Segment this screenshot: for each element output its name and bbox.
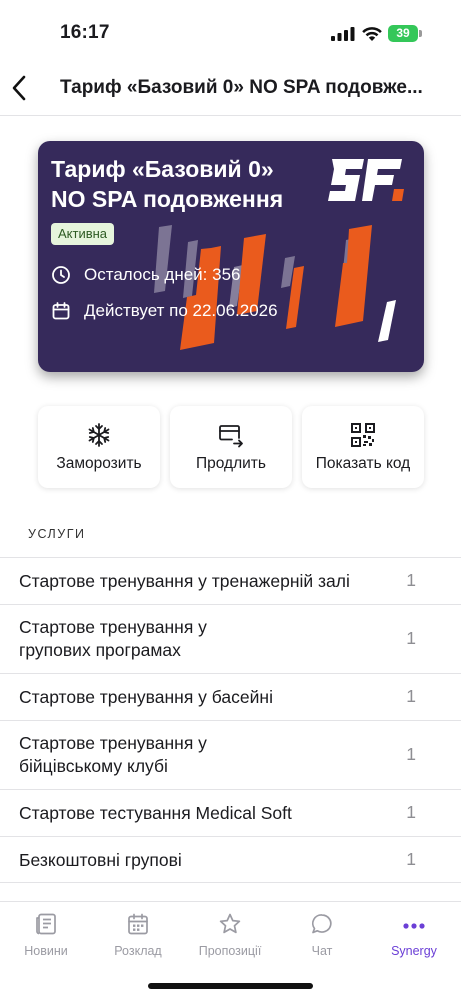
tab-news[interactable]: Новини <box>0 910 92 966</box>
service-name: Стартове тренування у бійцівському клубі <box>19 732 394 778</box>
tab-chat-label: Чат <box>311 944 333 958</box>
card-renew-icon <box>219 425 243 448</box>
service-item[interactable]: Стартове тренування у групових програмах… <box>0 604 461 673</box>
news-icon <box>36 913 56 935</box>
membership-card[interactable]: Тариф «Базовий 0» NO SPA подовження Акти… <box>38 141 424 372</box>
action-buttons: Заморозить Продлить Показать код <box>38 406 424 488</box>
service-name-line1: Стартове тренування у <box>19 617 207 637</box>
qr-code-icon <box>351 423 375 447</box>
tab-news-label: Новини <box>24 944 68 958</box>
service-name-line1: Стартове тренування у <box>19 733 207 753</box>
nav-header: Тариф «Базовий 0» NO SPA подовже... <box>0 62 461 116</box>
valid-until-text: Действует по 22.06.2026 <box>84 301 278 320</box>
tab-synergy[interactable]: Synergy <box>368 910 460 966</box>
service-name: Стартове тестування Medical Soft <box>19 803 292 823</box>
renew-label: Продлить <box>196 455 266 472</box>
battery-level: 39 <box>388 25 418 42</box>
renew-button[interactable]: Продлить <box>170 406 292 488</box>
days-left-text: Осталось дней: 356 <box>84 265 241 284</box>
card-title-line1: Тариф «Базовий 0» <box>51 156 274 182</box>
services-header: УСЛУГИ <box>28 527 86 541</box>
card-title: Тариф «Базовий 0» NO SPA подовження <box>51 154 331 214</box>
service-count: 1 <box>406 744 416 764</box>
service-item[interactable]: Стартове тестування Medical Soft 1 <box>0 789 461 836</box>
service-item[interactable]: Безкоштовні групові 1 <box>0 836 461 883</box>
show-code-label: Показать код <box>315 455 411 472</box>
service-name: Стартове тренування у басейні <box>19 687 273 707</box>
tab-schedule-label: Розклад <box>114 944 162 958</box>
snowflake-icon <box>88 423 110 447</box>
services-list: Стартове тренування у тренажерній залі 1… <box>0 557 461 883</box>
calendar-icon <box>128 913 148 935</box>
battery-icon: 39 <box>388 25 422 42</box>
service-item[interactable]: Стартове тренування у бійцівському клубі… <box>0 720 461 789</box>
page-title: Тариф «Базовий 0» NO SPA подовже... <box>60 77 423 98</box>
tab-chat[interactable]: Чат <box>276 910 368 966</box>
service-count: 1 <box>406 570 416 590</box>
status-bar: 16:17 39 <box>0 0 461 60</box>
tab-offers-label: Пропозиції <box>198 944 262 958</box>
clock-icon <box>52 266 70 284</box>
home-indicator <box>148 983 313 989</box>
service-name-line2: групових програмах <box>19 640 181 660</box>
tab-synergy-label: Synergy <box>391 944 437 958</box>
service-name-line2: бійцівському клубі <box>19 756 168 776</box>
service-count: 1 <box>406 628 416 648</box>
valid-until-row: Действует по 22.06.2026 <box>51 300 278 322</box>
service-item[interactable]: Стартове тренування у тренажерній залі 1 <box>0 557 461 604</box>
service-count: 1 <box>406 802 416 822</box>
calendar-icon <box>52 302 70 320</box>
freeze-label: Заморозить <box>56 455 142 472</box>
service-name: Стартове тренування у тренажерній залі <box>19 571 350 591</box>
tab-offers[interactable]: Пропозиції <box>184 910 276 966</box>
status-time: 16:17 <box>60 22 110 43</box>
service-count: 1 <box>406 686 416 706</box>
brand-logo <box>328 159 404 201</box>
service-item[interactable]: Стартове тренування у басейні 1 <box>0 673 461 720</box>
chat-icon <box>311 914 332 934</box>
back-button[interactable] <box>6 70 34 106</box>
star-icon <box>219 913 241 934</box>
status-badge: Активна <box>51 223 115 245</box>
wifi-icon <box>362 27 382 41</box>
show-code-button[interactable]: Показать код <box>302 406 424 488</box>
service-name: Стартове тренування у групових програмах <box>19 616 394 662</box>
days-left-row: Осталось дней: 356 <box>51 264 241 286</box>
freeze-button[interactable]: Заморозить <box>38 406 160 488</box>
signal-icon <box>331 27 355 41</box>
card-title-line2: NO SPA подовження <box>51 186 284 212</box>
service-count: 1 <box>406 849 416 869</box>
more-icon <box>403 923 425 929</box>
service-name: Безкоштовні групові <box>19 850 182 870</box>
chevron-left-icon <box>12 75 26 101</box>
tab-schedule[interactable]: Розклад <box>92 910 184 966</box>
